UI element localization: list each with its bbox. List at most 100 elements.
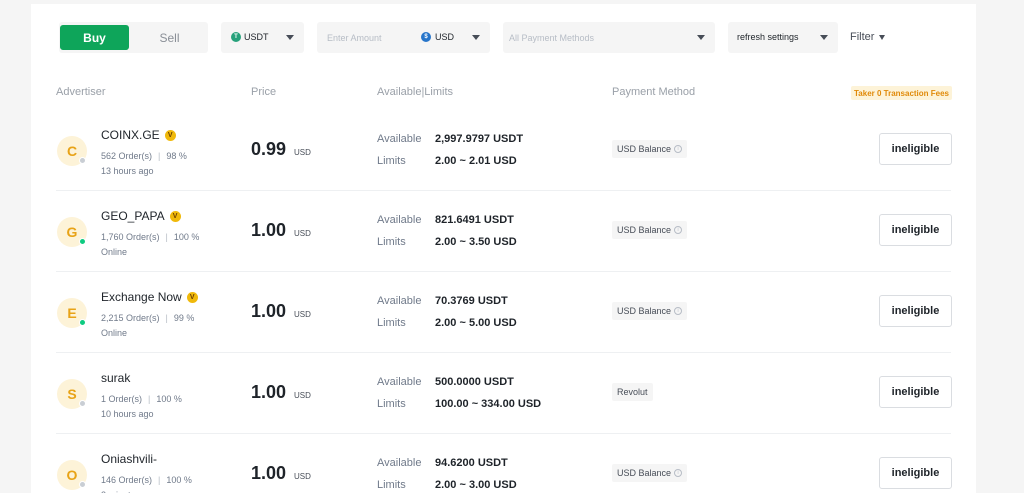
payment-method-tag: Revolut bbox=[612, 383, 653, 401]
available-label: Available bbox=[377, 133, 422, 145]
sell-tab[interactable]: Sell bbox=[135, 25, 204, 50]
advertiser-stats: 146 Order(s) | 100 % bbox=[101, 475, 192, 485]
ineligible-button[interactable]: ineligible bbox=[879, 295, 952, 327]
limits-value: 2.00 ~ 5.00 USD bbox=[435, 317, 517, 329]
completion-rate: 100 % bbox=[156, 394, 182, 404]
chevron-down-icon bbox=[820, 35, 828, 40]
completion-rate: 98 % bbox=[166, 151, 187, 161]
limits-value: 2.00 ~ 2.01 USD bbox=[435, 155, 517, 167]
price-unit: USD bbox=[294, 310, 311, 319]
order-count: 146 Order(s) bbox=[101, 475, 153, 485]
col-advertiser: Advertiser bbox=[56, 86, 106, 98]
payment-method-label: USD Balance bbox=[617, 306, 672, 316]
buy-tab[interactable]: Buy bbox=[60, 25, 129, 50]
price-value: 1.00 bbox=[251, 463, 287, 483]
payment-method-tag: USD Balance i bbox=[612, 302, 688, 320]
filter-button[interactable]: Filter bbox=[850, 31, 874, 43]
ad-row: C COINX.GE V 562 Order(s) | 98 % 13 hours ago 0… bbox=[56, 110, 952, 191]
limits-value: 2.00 ~ 3.50 USD bbox=[435, 236, 517, 248]
info-icon[interactable]: i bbox=[674, 307, 683, 315]
last-seen: Online bbox=[101, 247, 128, 257]
price-value: 1.00 bbox=[251, 301, 287, 321]
completion-rate: 100 % bbox=[173, 232, 200, 242]
payment-method-select[interactable]: All Payment Methods bbox=[503, 22, 715, 53]
payment-method-label: USD Balance bbox=[617, 225, 672, 235]
info-icon[interactable]: i bbox=[674, 469, 683, 477]
usdt-coin-icon: T bbox=[231, 32, 241, 42]
buy-sell-toggle: Buy Sell bbox=[59, 22, 208, 53]
limits-value: 2.00 ~ 3.00 USD bbox=[435, 479, 517, 491]
online-status-dot bbox=[79, 319, 86, 326]
fee-badge: Taker 0 Transaction Fees bbox=[851, 86, 953, 100]
filter-caret-icon bbox=[879, 35, 885, 40]
ad-row: Ssurak 1 Order(s) | 100 % 10 hours ago 1.00 US… bbox=[56, 353, 952, 434]
amount-currency: USD bbox=[435, 32, 455, 42]
verified-merchant-icon: V bbox=[164, 129, 176, 141]
available-label: Available bbox=[377, 457, 422, 469]
limits-label: Limits bbox=[377, 236, 406, 248]
available-value: 500.0000 USDT bbox=[435, 376, 514, 388]
payment-method-label: USD Balance bbox=[617, 468, 672, 478]
verified-merchant-icon: V bbox=[169, 210, 181, 222]
advertiser-name-text: COINX.GE bbox=[101, 128, 160, 142]
refresh-settings-label: refresh settings bbox=[737, 32, 799, 42]
available-label: Available bbox=[377, 214, 422, 226]
limits-value: 100.00 ~ 334.00 USD bbox=[435, 398, 542, 410]
last-seen: Online bbox=[101, 328, 128, 338]
available-value: 70.3769 USDT bbox=[435, 295, 508, 307]
advertiser-name-text: surak bbox=[101, 371, 131, 385]
usd-coin-icon: $ bbox=[421, 32, 431, 42]
limits-label: Limits bbox=[377, 398, 406, 410]
col-price: Price bbox=[251, 86, 277, 98]
price-unit: USD bbox=[294, 229, 311, 238]
advertiser-name[interactable]: COINX.GE V bbox=[101, 128, 176, 142]
price-unit: USD bbox=[294, 472, 311, 481]
payment-method-tag: USD Balance i bbox=[612, 464, 688, 482]
asset-select[interactable]: T USDT bbox=[221, 22, 304, 53]
available-value: 94.6200 USDT bbox=[435, 457, 508, 469]
advertiser-name-text: Oniashvili- bbox=[101, 452, 158, 466]
info-icon[interactable]: i bbox=[674, 145, 683, 153]
col-available-limits: Available|Limits bbox=[377, 86, 454, 98]
advertiser-name-text: GEO_PAPA bbox=[101, 209, 165, 223]
available-value: 821.6491 USDT bbox=[435, 214, 514, 226]
ineligible-button[interactable]: ineligible bbox=[879, 214, 952, 246]
limits-label: Limits bbox=[377, 317, 406, 329]
advertiser-name[interactable]: Exchange Now V bbox=[101, 290, 198, 304]
refresh-settings-select[interactable]: refresh settings bbox=[728, 22, 838, 53]
advertiser-stats: 2,215 Order(s) | 99 % bbox=[101, 313, 195, 323]
payment-method-label: Revolut bbox=[617, 387, 648, 397]
completion-rate: 99 % bbox=[173, 313, 195, 323]
completion-rate: 100 % bbox=[166, 475, 192, 485]
amount-field[interactable]: Enter Amount $ USD bbox=[317, 22, 490, 53]
advertiser-stats: 1,760 Order(s) | 100 % bbox=[101, 232, 200, 242]
advertiser-name[interactable]: Oniashvili- bbox=[101, 452, 157, 466]
price-value: 0.99 bbox=[251, 139, 287, 159]
order-count: 1 Order(s) bbox=[101, 394, 143, 404]
advertiser-name[interactable]: GEO_PAPA V bbox=[101, 209, 181, 223]
online-status-dot bbox=[79, 157, 86, 164]
payment-method-label: USD Balance bbox=[617, 144, 672, 154]
info-icon[interactable]: i bbox=[674, 226, 683, 234]
online-status-dot bbox=[79, 238, 86, 245]
amount-input-placeholder: Enter Amount bbox=[327, 33, 382, 43]
ineligible-button[interactable]: ineligible bbox=[879, 133, 952, 165]
order-count: 562 Order(s) bbox=[101, 151, 153, 161]
price-value: 1.00 bbox=[251, 220, 287, 240]
col-payment-method: Payment Method bbox=[612, 86, 696, 98]
advertiser-name-text: Exchange Now bbox=[101, 290, 182, 304]
ad-row: G GEO_PAPA V 1,760 Order(s) | 100 % Online 1.00… bbox=[56, 191, 952, 272]
order-count: 2,215 Order(s) bbox=[101, 313, 160, 323]
available-label: Available bbox=[377, 376, 422, 388]
limits-label: Limits bbox=[377, 155, 406, 167]
ineligible-button[interactable]: ineligible bbox=[879, 457, 952, 489]
price-unit: USD bbox=[294, 391, 311, 400]
price-unit: USD bbox=[294, 148, 311, 157]
ad-row: OOniashvili-146 Order(s)|100 %2 minutes … bbox=[56, 434, 952, 493]
available-value: 2,997.9797 USDT bbox=[435, 133, 524, 145]
ad-row: E Exchange Now V 2,215 Order(s) | 99 % Online 1… bbox=[56, 272, 952, 353]
order-count: 1,760 Order(s) bbox=[101, 232, 160, 242]
advertiser-name[interactable]: surak bbox=[101, 371, 130, 385]
ineligible-button[interactable]: ineligible bbox=[879, 376, 952, 408]
chevron-down-icon bbox=[697, 35, 705, 40]
